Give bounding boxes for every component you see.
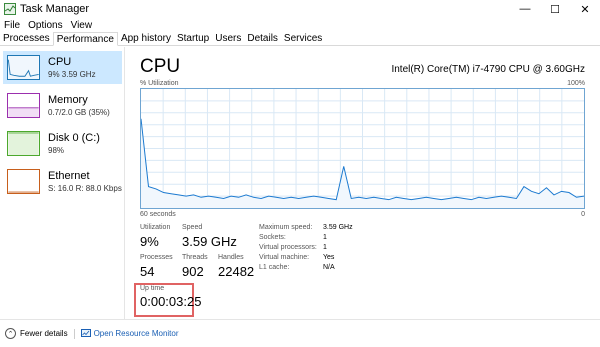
tab-processes[interactable]: Processes (0, 33, 53, 45)
min-axis-label: 0 (581, 211, 585, 218)
sidebar-item-ethernet[interactable]: Ethernet S: 16.0 R: 88.0 Kbps (3, 165, 122, 198)
disk-mini-graph (7, 131, 40, 156)
uptime-value: 0:00:03:25 (140, 294, 202, 309)
utilization-value: 9% (140, 234, 159, 249)
processes-label: Processes (140, 254, 173, 261)
separator (73, 328, 75, 339)
max-speed-value: 3.59 GHz (323, 224, 353, 231)
uptime-label: Up time (140, 285, 165, 292)
cpu-utilization-graph (140, 88, 585, 209)
l1-cache-value: N/A (323, 264, 335, 271)
sidebar-item-sub: 98% (48, 146, 65, 155)
fewer-details-label: Fewer details (20, 329, 68, 338)
task-manager-icon (4, 3, 16, 15)
ethernet-mini-graph (7, 169, 40, 194)
handles-value: 22482 (218, 264, 255, 279)
cpu-model-name: Intel(R) Core(TM) i7-4790 CPU @ 3.60GHz (391, 64, 585, 75)
sidebar-item-label: CPU (48, 56, 72, 68)
sidebar-item-memory[interactable]: Memory 0.7/2.0 GB (35%) (3, 89, 122, 122)
page-title: CPU (140, 56, 181, 77)
fewer-details-link[interactable]: ⌃ Fewer details (5, 328, 68, 339)
processes-value: 54 (140, 264, 155, 279)
max-speed-label: Maximum speed: (259, 224, 313, 231)
l1-cache-label: L1 cache: (259, 264, 290, 271)
status-bar: ⌃ Fewer details Open Resource Monitor (0, 319, 600, 347)
speed-value: 3.59 GHz (182, 234, 237, 249)
virtual-processors-value: 1 (323, 244, 327, 251)
menu-view[interactable]: View (67, 20, 97, 31)
sidebar-item-sub: S: 16.0 R: 88.0 Kbps (48, 184, 122, 193)
close-button[interactable]: ✕ (570, 0, 600, 18)
sidebar-item-disk[interactable]: Disk 0 (C:) 98% (3, 127, 122, 160)
chevron-up-icon: ⌃ (5, 328, 16, 339)
window-title: Task Manager (20, 3, 90, 15)
sockets-label: Sockets: (259, 234, 286, 241)
virtual-machine-value: Yes (323, 254, 335, 261)
sidebar-item-label: Ethernet (48, 170, 90, 182)
tab-app-history[interactable]: App history (118, 33, 174, 45)
menu-options[interactable]: Options (24, 20, 66, 31)
threads-label: Threads (182, 254, 208, 261)
threads-value: 902 (182, 264, 204, 279)
menu-file[interactable]: File (0, 20, 24, 31)
cpu-mini-graph (7, 55, 40, 80)
tab-details[interactable]: Details (244, 33, 281, 45)
utilization-label: Utilization (140, 224, 171, 231)
speed-label: Speed (182, 224, 203, 231)
handles-label: Handles (218, 254, 244, 261)
virtual-processors-label: Virtual processors: (259, 244, 317, 251)
resource-monitor-icon (80, 328, 91, 337)
title-bar: Task Manager — ☐ ✕ (0, 0, 600, 18)
sidebar-item-sub: 9% 3.59 GHz (48, 70, 96, 79)
performance-sidebar: CPU 9% 3.59 GHz Memory 0.7/2.0 GB (35%) … (0, 47, 125, 319)
sockets-value: 1 (323, 234, 327, 241)
sidebar-item-label: Disk 0 (C:) (48, 132, 100, 144)
sidebar-item-cpu[interactable]: CPU 9% 3.59 GHz (3, 51, 122, 84)
tab-startup[interactable]: Startup (174, 33, 212, 45)
utilization-axis-label: % Utilization (140, 80, 179, 87)
tab-bar: Processes Performance App history Startu… (0, 32, 600, 46)
maximize-button[interactable]: ☐ (540, 0, 570, 18)
sidebar-item-sub: 0.7/2.0 GB (35%) (48, 108, 110, 117)
max-axis-label: 100% (567, 80, 585, 87)
menu-bar: File Options View (0, 18, 600, 32)
tab-users[interactable]: Users (212, 33, 244, 45)
memory-mini-graph (7, 93, 40, 118)
virtual-machine-label: Virtual machine: (259, 254, 310, 261)
cpu-panel: CPU Intel(R) Core(TM) i7-4790 CPU @ 3.60… (126, 47, 600, 319)
minimize-button[interactable]: — (510, 0, 540, 18)
tab-services[interactable]: Services (281, 33, 325, 45)
tab-performance[interactable]: Performance (52, 32, 118, 46)
open-resource-monitor-label: Open Resource Monitor (93, 329, 179, 338)
time-axis-label: 60 seconds (140, 211, 176, 218)
sidebar-item-label: Memory (48, 94, 88, 106)
open-resource-monitor-link[interactable]: Open Resource Monitor (80, 328, 179, 339)
